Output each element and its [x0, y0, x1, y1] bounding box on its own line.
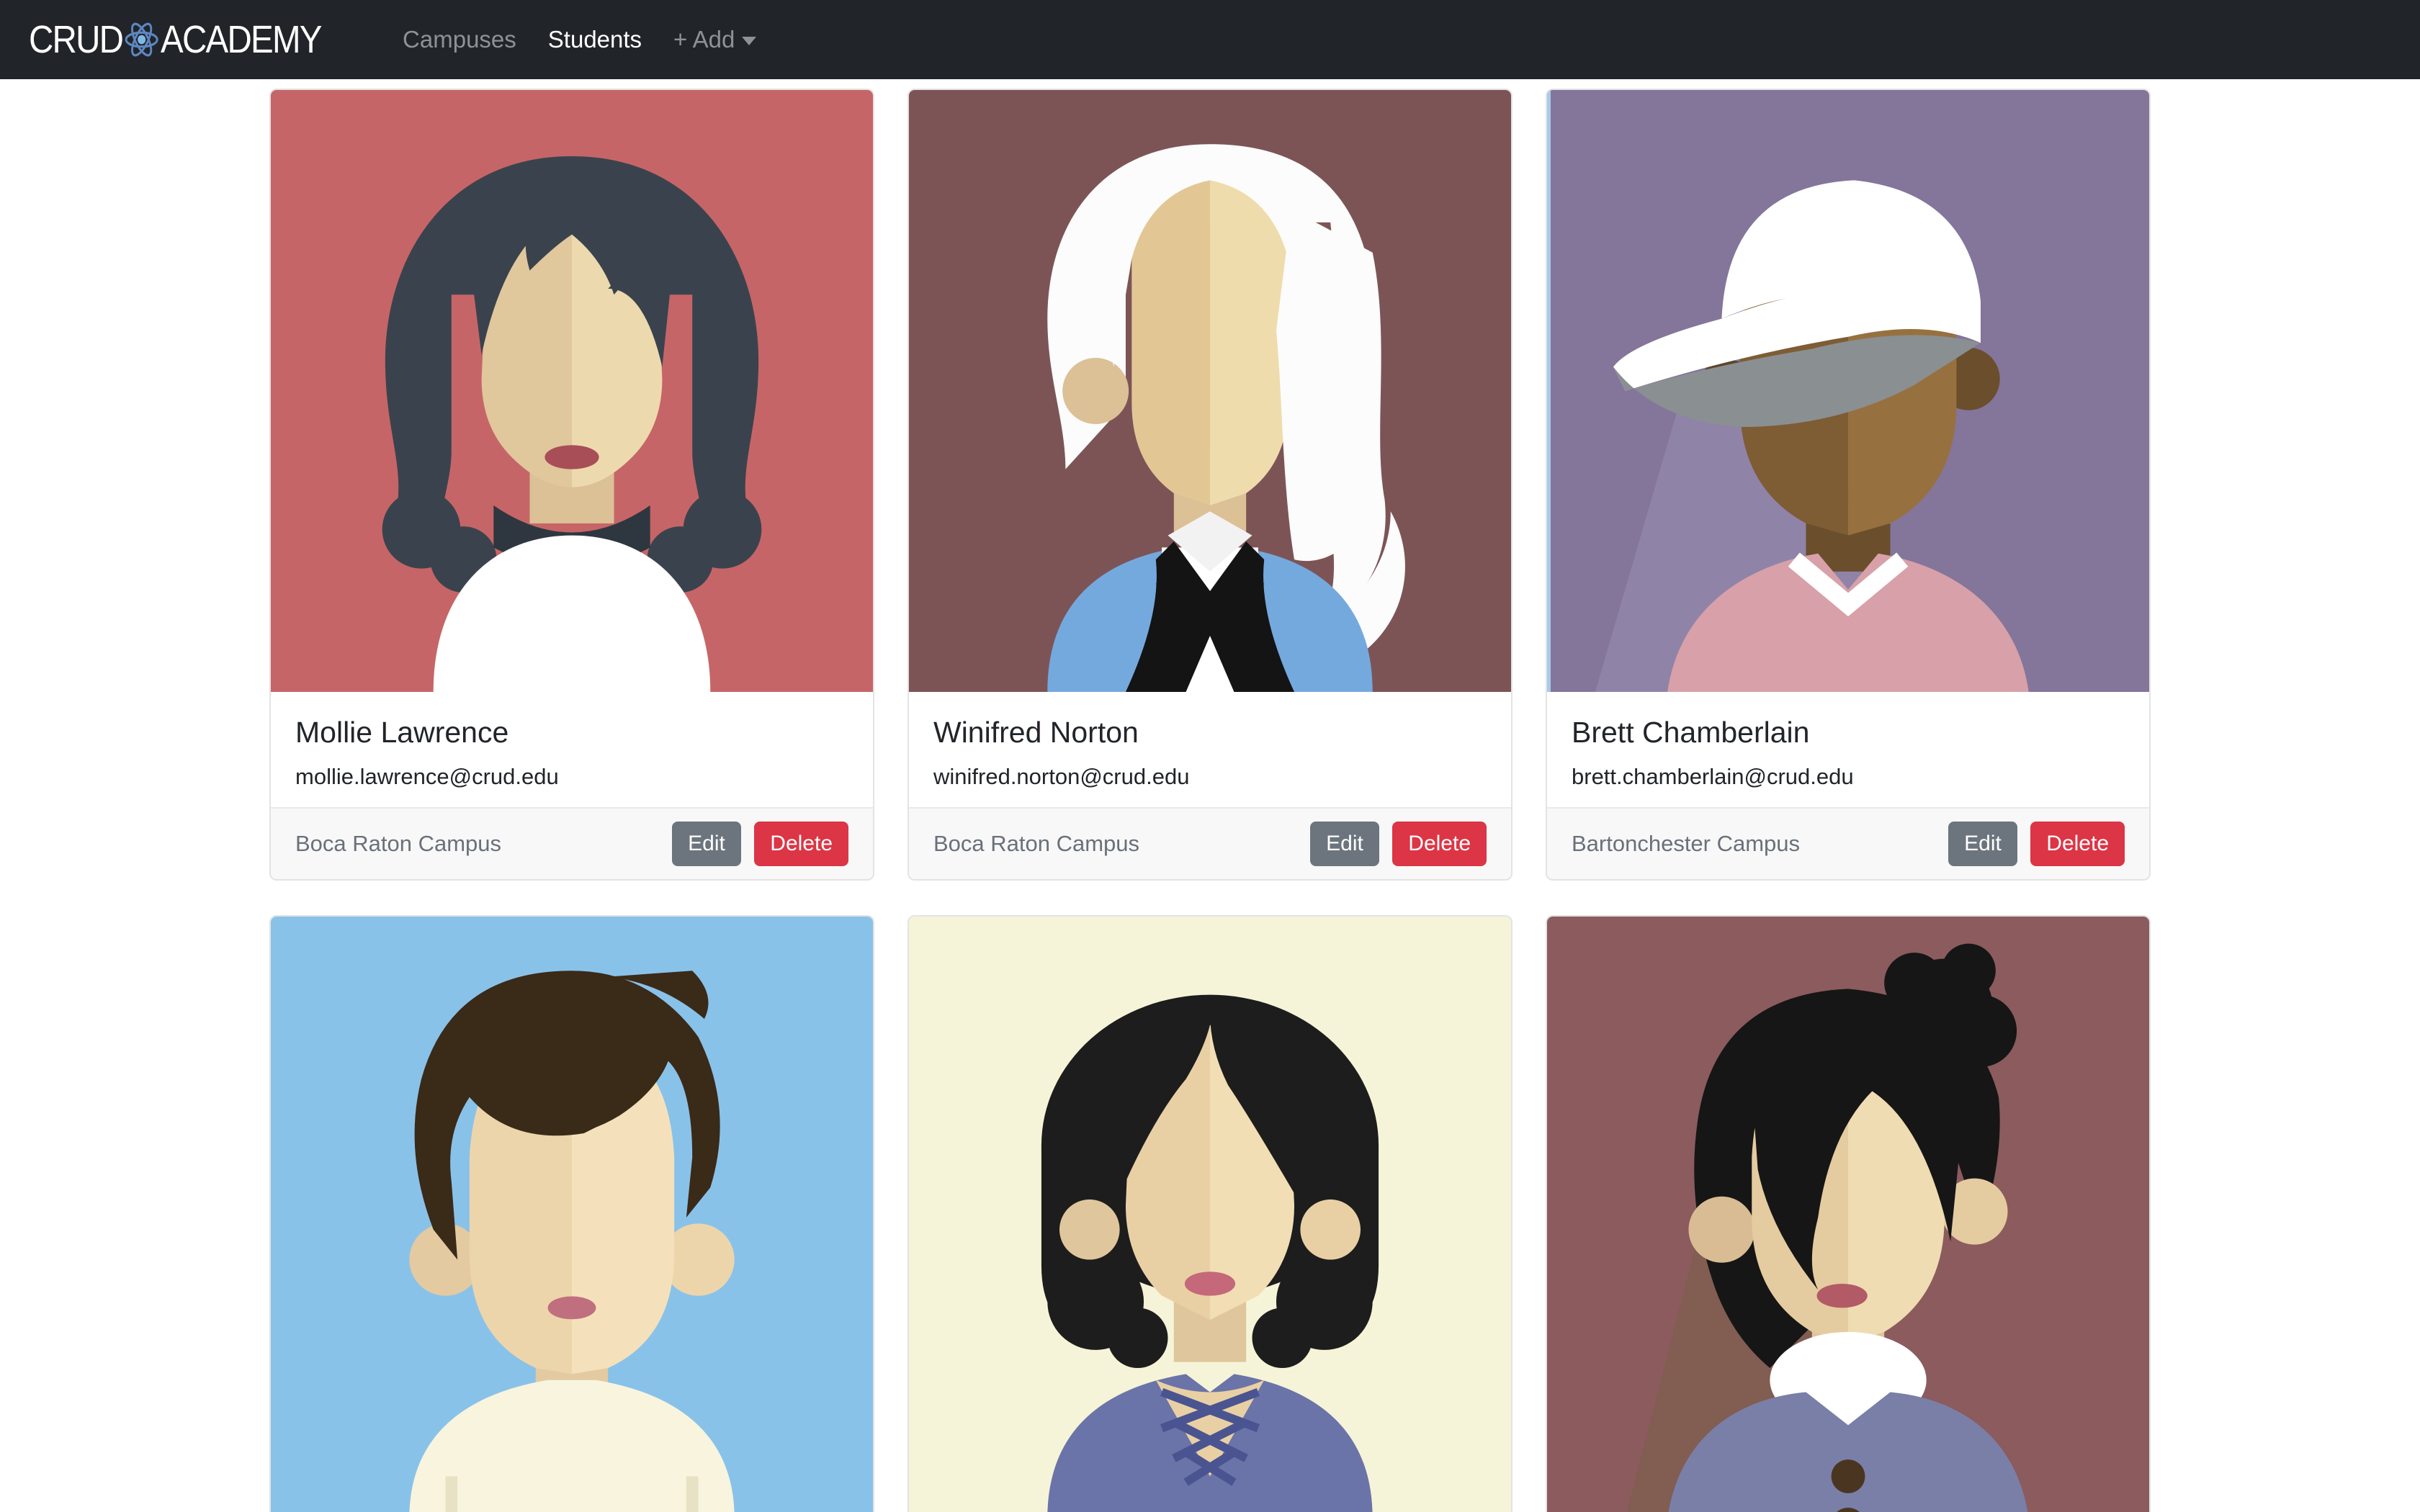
student-campus: Boca Raton Campus — [295, 831, 501, 857]
student-card: Brett Chamberlain brett.chamberlain@crud… — [1546, 89, 2151, 881]
delete-button[interactable]: Delete — [2030, 822, 2125, 866]
main-nav: Campuses Students + Add — [387, 26, 772, 53]
card-actions: Edit Delete — [1948, 822, 2125, 866]
caret-down-icon — [742, 37, 756, 45]
react-atom-icon — [124, 19, 159, 60]
delete-button[interactable]: Delete — [754, 822, 848, 866]
avatar-image — [271, 90, 873, 692]
edit-button[interactable]: Edit — [672, 822, 741, 866]
card-actions: Edit Delete — [672, 822, 848, 866]
card-body: Winifred Norton winifred.norton@crud.edu — [909, 692, 1511, 807]
student-card: Winifred Norton winifred.norton@crud.edu… — [908, 89, 1512, 881]
student-campus: Boca Raton Campus — [933, 831, 1139, 857]
avatar-image — [909, 917, 1511, 1512]
nav-link-campuses[interactable]: Campuses — [387, 26, 532, 53]
student-name: Brett Chamberlain — [1572, 715, 2125, 750]
delete-button[interactable]: Delete — [1392, 822, 1487, 866]
avatar-image — [1547, 90, 2149, 692]
add-dropdown-label: + Add — [673, 26, 735, 53]
brand-text-right: ACADEMY — [161, 17, 321, 62]
student-card — [269, 915, 874, 1512]
nav-link-students[interactable]: Students — [532, 26, 658, 53]
card-footer: Bartonchester Campus Edit Delete — [1547, 807, 2149, 879]
student-campus: Bartonchester Campus — [1572, 831, 1800, 857]
card-footer: Boca Raton Campus Edit Delete — [271, 807, 873, 879]
student-email: winifred.norton@crud.edu — [933, 763, 1487, 790]
student-email: mollie.lawrence@crud.edu — [295, 763, 848, 790]
brand-text-left: CRUD — [29, 17, 122, 62]
student-name: Mollie Lawrence — [295, 715, 848, 750]
brand-link[interactable]: CRUD ACADEMY — [29, 17, 321, 62]
card-body: Mollie Lawrence mollie.lawrence@crud.edu — [271, 692, 873, 807]
student-card — [908, 915, 1512, 1512]
avatar-image — [909, 90, 1511, 692]
add-dropdown-toggle[interactable]: + Add — [658, 26, 772, 53]
student-card-grid: Mollie Lawrence mollie.lawrence@crud.edu… — [0, 89, 2420, 1512]
student-card: Mollie Lawrence mollie.lawrence@crud.edu… — [269, 89, 874, 881]
card-footer: Boca Raton Campus Edit Delete — [909, 807, 1511, 879]
student-card — [1546, 915, 2151, 1512]
edit-button[interactable]: Edit — [1948, 822, 2017, 866]
top-navbar: CRUD ACADEMY Campuses Students + Add — [0, 0, 2420, 79]
student-name: Winifred Norton — [933, 715, 1487, 750]
student-email: brett.chamberlain@crud.edu — [1572, 763, 2125, 790]
card-body: Brett Chamberlain brett.chamberlain@crud… — [1547, 692, 2149, 807]
avatar-image — [1547, 917, 2149, 1512]
edit-button[interactable]: Edit — [1310, 822, 1379, 866]
avatar-image — [271, 917, 873, 1512]
card-actions: Edit Delete — [1310, 822, 1487, 866]
